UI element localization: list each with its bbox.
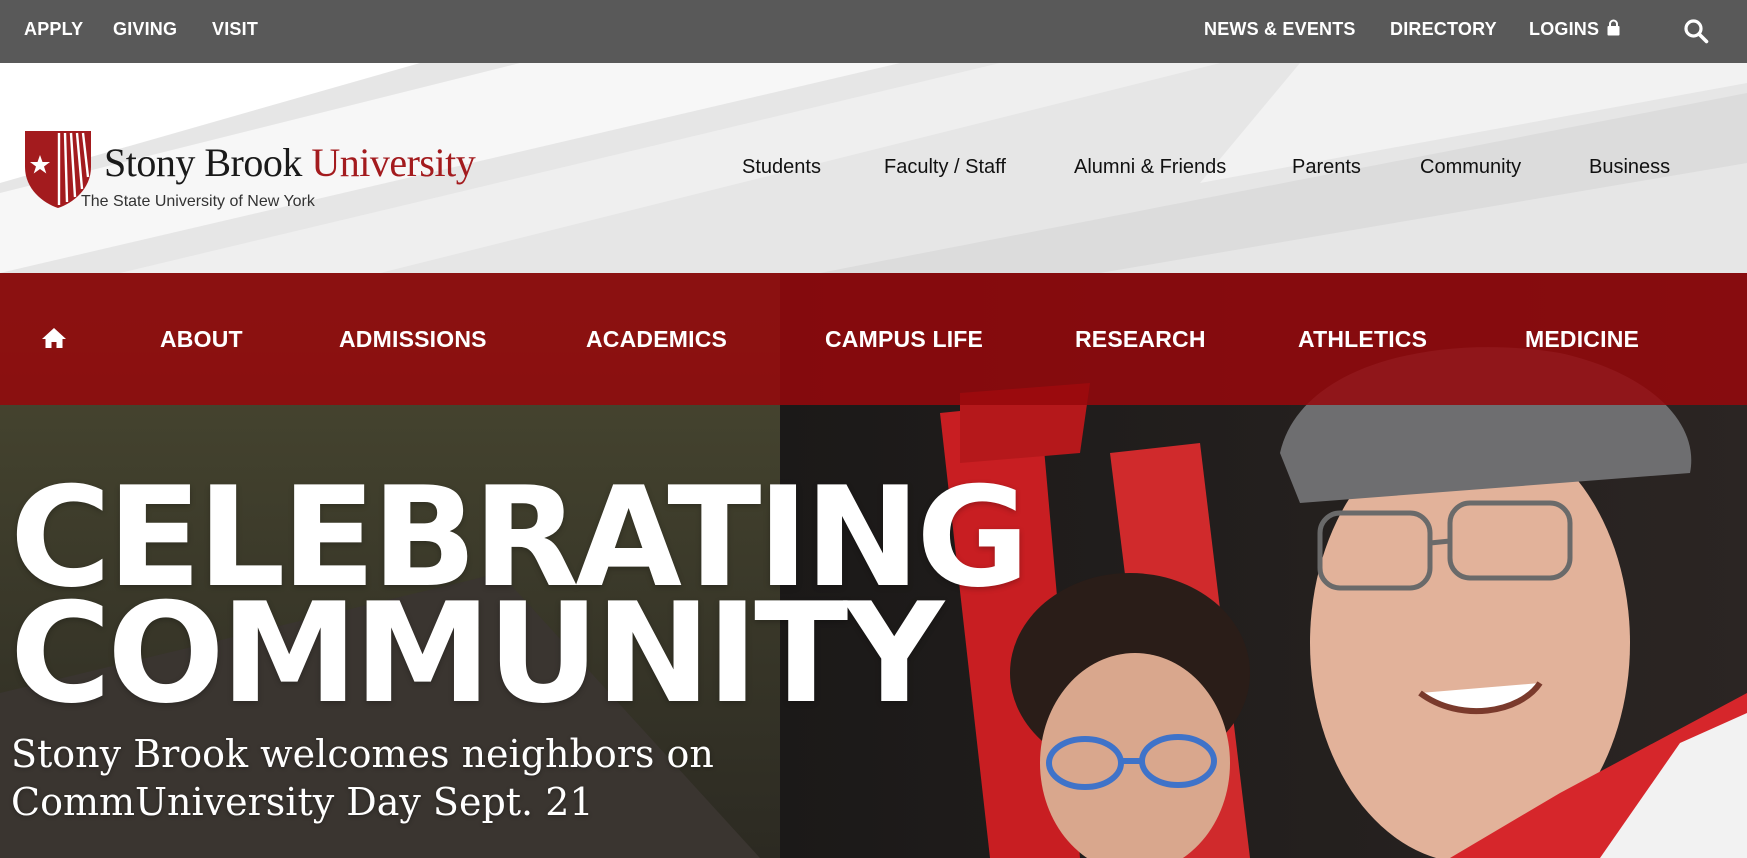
main-nav-campus-life[interactable]: CAMPUS LIFE: [825, 325, 983, 353]
utility-link-visit[interactable]: VISIT: [212, 19, 258, 39]
main-nav-research[interactable]: RESEARCH: [1075, 325, 1206, 353]
audience-link-parents[interactable]: Parents: [1292, 155, 1361, 179]
audience-link-community[interactable]: Community: [1420, 155, 1521, 179]
search-icon[interactable]: [1683, 18, 1709, 44]
utility-link-news-events[interactable]: NEWS & EVENTS: [1204, 19, 1356, 39]
audience-link-alumni-friends[interactable]: Alumni & Friends: [1074, 155, 1226, 179]
utility-link-apply[interactable]: APPLY: [24, 19, 83, 39]
hero-headline[interactable]: CELEBRATING COMMUNITY: [10, 469, 1030, 734]
main-nav: ABOUT ADMISSIONS ACADEMICS CAMPUS LIFE R…: [0, 273, 1747, 405]
university-name-main: Stony Brook: [104, 140, 312, 185]
hero-subline[interactable]: Stony Brook welcomes neighbors on CommUn…: [11, 730, 771, 826]
main-nav-medicine[interactable]: MEDICINE: [1525, 325, 1639, 353]
hero-headline-line2: COMMUNITY: [10, 573, 944, 734]
audience-link-faculty-staff[interactable]: Faculty / Staff: [884, 155, 1006, 179]
main-nav-academics[interactable]: ACADEMICS: [586, 325, 727, 353]
main-nav-athletics[interactable]: ATHLETICS: [1298, 325, 1427, 353]
logins-label: LOGINS: [1529, 19, 1600, 39]
utility-bar: APPLY GIVING VISIT NEWS & EVENTS DIRECTO…: [0, 0, 1747, 63]
home-icon[interactable]: [42, 327, 66, 349]
audience-link-students[interactable]: Students: [742, 155, 821, 179]
main-nav-about[interactable]: ABOUT: [160, 325, 243, 353]
utility-link-giving[interactable]: GIVING: [113, 19, 177, 39]
site-header: Stony Brook University The State Univers…: [0, 63, 1747, 273]
utility-link-logins[interactable]: LOGINS: [1529, 19, 1620, 39]
university-name: Stony Brook University: [104, 140, 476, 185]
university-name-accent: University: [311, 140, 476, 185]
lock-icon: [1607, 19, 1620, 36]
utility-link-directory[interactable]: DIRECTORY: [1390, 19, 1497, 39]
audience-link-business[interactable]: Business: [1589, 155, 1670, 179]
university-subtitle: The State University of New York: [81, 193, 315, 210]
main-nav-admissions[interactable]: ADMISSIONS: [339, 325, 487, 353]
